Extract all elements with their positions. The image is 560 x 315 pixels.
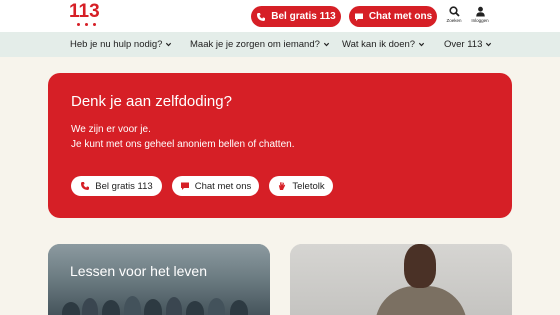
chevron-down-icon [323, 42, 330, 47]
hero-teletolk-label: Teletolk [292, 180, 325, 192]
hero-panel: Denk je aan zelfdoding? We zijn er voor … [48, 73, 512, 218]
hero-chat-label: Chat met ons [194, 180, 252, 192]
user-icon [475, 6, 485, 17]
search-button[interactable]: Zoeken [441, 6, 467, 28]
nav-item-label: Over 113 [444, 39, 483, 50]
logo-dots [77, 23, 97, 27]
chat-button[interactable]: Chat met ons [349, 6, 437, 27]
crowd-photo [48, 292, 270, 315]
phone-icon [257, 12, 266, 21]
chat-icon [180, 182, 189, 190]
hand-icon [279, 181, 286, 190]
logo-113[interactable]: 113 [69, 1, 105, 29]
hero-call-label: Bel gratis 113 [95, 180, 153, 192]
chat-icon [354, 13, 363, 21]
chevron-down-icon [486, 42, 492, 47]
nav-item-zorgen[interactable]: Maak je je zorgen om iemand? [190, 39, 330, 50]
nav-item-doen[interactable]: Wat kan ik doen? [342, 39, 425, 50]
phone-icon [81, 182, 90, 190]
nav-item-hulp[interactable]: Heb je nu hulp nodig? [70, 39, 172, 50]
hero-call-button[interactable]: Bel gratis 113 [71, 176, 162, 196]
hero-chat-button[interactable]: Chat met ons [172, 176, 259, 196]
nav-item-label: Maak je je zorgen om iemand? [190, 39, 320, 50]
person-photo-head [404, 244, 436, 288]
login-label: Inloggen [471, 18, 489, 23]
hero-title: Denk je aan zelfdoding? [71, 93, 232, 110]
login-button[interactable]: Inloggen [467, 6, 493, 28]
card-lessen[interactable]: Lessen voor het leven [48, 244, 270, 315]
hero-text-line: We zijn er voor je. [71, 124, 151, 135]
search-icon [448, 6, 460, 17]
call-button[interactable]: Bel gratis 113 [251, 6, 341, 27]
nav-item-label: Wat kan ik doen? [342, 39, 416, 50]
nav-item-label: Heb je nu hulp nodig? [70, 39, 163, 50]
card-title: Lessen voor het leven [70, 263, 207, 279]
logo-text: 113 [69, 1, 100, 22]
search-label: Zoeken [446, 18, 462, 23]
top-bar: 113 Bel gratis 113 Chat met ons Zoeken I… [0, 0, 560, 32]
hero-text-line: Je kunt met ons geheel anoniem bellen of… [71, 139, 295, 150]
nav-item-over[interactable]: Over 113 [444, 39, 492, 50]
hero-teletolk-button[interactable]: Teletolk [269, 176, 333, 196]
chat-button-label: Chat met ons [368, 11, 433, 22]
call-button-label: Bel gratis 113 [271, 11, 336, 22]
card-video[interactable] [290, 244, 512, 315]
chevron-down-icon [418, 42, 425, 47]
main-nav: Heb je nu hulp nodig? Maak je je zorgen … [0, 32, 560, 57]
chevron-down-icon [166, 42, 172, 47]
